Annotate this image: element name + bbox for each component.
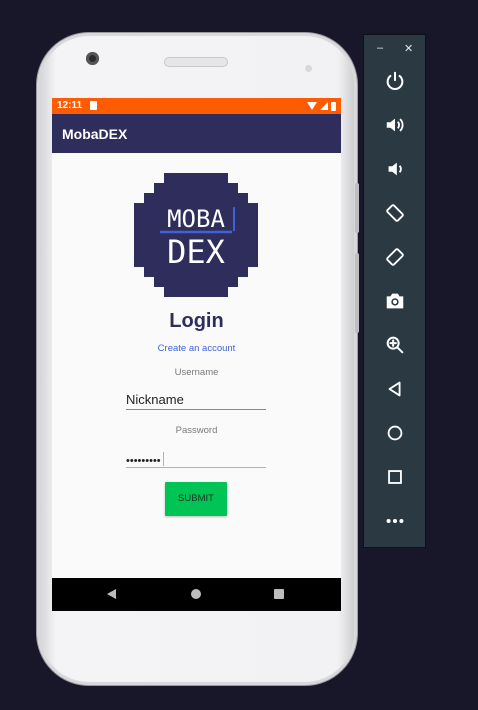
minimize-button[interactable]: – (377, 42, 383, 54)
password-input[interactable]: ••••••••• (126, 450, 266, 468)
nav-home-icon[interactable] (191, 589, 201, 599)
screenshot-button[interactable] (381, 287, 409, 315)
rotate-left-button[interactable] (381, 199, 409, 227)
front-camera (86, 52, 99, 65)
create-account-link[interactable]: Create an account (52, 343, 341, 354)
navigation-bar (52, 578, 341, 611)
sd-card-icon (90, 101, 97, 110)
volume-up-icon (386, 118, 404, 132)
nav-back-icon[interactable] (107, 589, 116, 599)
proximity-sensor (305, 65, 312, 72)
volume-side-button (355, 253, 359, 333)
status-icons (307, 100, 336, 112)
earpiece-speaker (164, 57, 228, 67)
app-title: MobaDEX (62, 126, 128, 142)
text-caret (162, 451, 164, 466)
password-label: Password (175, 425, 218, 436)
status-time: 12:11 (57, 100, 83, 111)
volume-down-button[interactable] (381, 155, 409, 183)
volume-down-icon (388, 162, 402, 176)
username-value: Nickname (126, 392, 184, 407)
wifi-icon (307, 102, 317, 110)
rotate-right-icon (386, 248, 404, 266)
home-button[interactable] (381, 419, 409, 447)
mobadex-logo: MOBA DEX (134, 173, 258, 297)
zoom-icon (386, 336, 404, 354)
password-value: ••••••••• (126, 455, 161, 467)
login-content: MOBA DEX Login Create an account Usernam… (52, 153, 341, 577)
more-button[interactable] (381, 507, 409, 535)
power-button[interactable] (381, 67, 409, 95)
app-bar: MobaDEX (52, 114, 341, 153)
volume-up-button[interactable] (381, 111, 409, 139)
phone-screen: 12:11 MobaDEX MOBA DEX Login Create an a… (52, 98, 341, 611)
battery-icon (331, 101, 336, 111)
nav-recents-icon[interactable] (274, 589, 284, 599)
toolbar-window-controls: – ✕ (364, 42, 427, 56)
more-icon (386, 518, 404, 524)
overview-icon (388, 470, 402, 484)
logo-text-dex: DEX (167, 233, 225, 271)
power-side-button (355, 183, 359, 233)
emulator-toolbar: – ✕ (363, 34, 426, 548)
camera-icon (386, 293, 404, 309)
submit-button[interactable]: SUBMIT (165, 482, 227, 516)
login-heading: Login (169, 310, 224, 332)
back-icon (388, 381, 401, 397)
rotate-right-button[interactable] (381, 243, 409, 271)
home-icon (387, 425, 403, 441)
logo-text-moba: MOBA (167, 205, 225, 233)
back-button[interactable] (381, 375, 409, 403)
power-icon (386, 71, 404, 90)
rotate-left-icon (386, 204, 404, 222)
overview-button[interactable] (381, 463, 409, 491)
signal-icon (320, 102, 328, 110)
username-input[interactable]: Nickname (126, 392, 266, 410)
status-bar: 12:11 (52, 98, 341, 114)
close-button[interactable]: ✕ (404, 42, 413, 55)
username-label: Username (174, 367, 219, 378)
zoom-button[interactable] (381, 331, 409, 359)
